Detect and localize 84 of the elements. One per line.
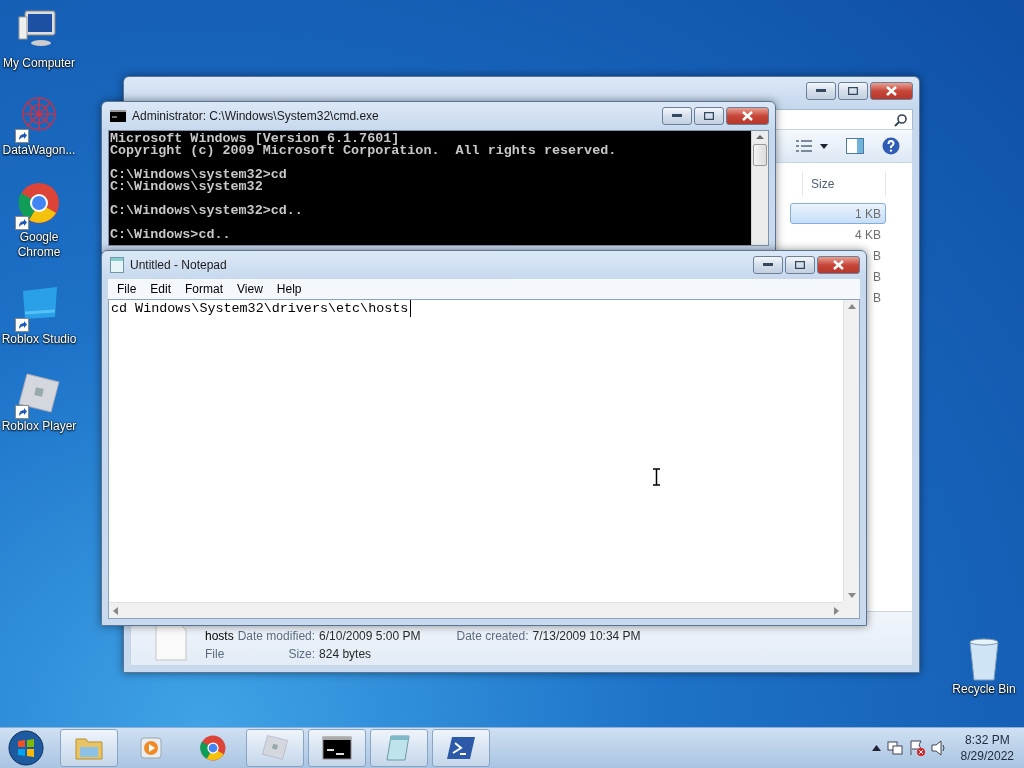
maximize-icon bbox=[795, 261, 805, 269]
field-value: 6/10/2009 5:00 PM bbox=[319, 629, 421, 643]
show-hidden-icons-icon[interactable] bbox=[871, 745, 881, 751]
menu-item[interactable]: File bbox=[110, 282, 144, 296]
maximize-button[interactable] bbox=[694, 107, 724, 125]
square-tile-icon bbox=[260, 733, 290, 763]
dropdown-caret-icon[interactable] bbox=[820, 143, 828, 149]
minimize-icon bbox=[763, 263, 773, 267]
scroll-up-icon[interactable] bbox=[847, 304, 856, 309]
menu-item[interactable]: View bbox=[230, 282, 270, 296]
desktop-icon-label[interactable]: Recycle Bin bbox=[952, 682, 1016, 697]
taskbar-button[interactable] bbox=[432, 729, 490, 767]
menu-item[interactable]: Format bbox=[178, 282, 231, 296]
notepad-icon bbox=[110, 257, 124, 273]
scroll-left-icon[interactable] bbox=[113, 606, 118, 615]
close-button[interactable] bbox=[817, 256, 860, 274]
field-label: Size: bbox=[287, 647, 316, 661]
folder-icon bbox=[74, 735, 104, 761]
maximize-icon bbox=[848, 87, 858, 95]
desktop-icon-label[interactable]: Roblox Player bbox=[1, 419, 77, 434]
menu-item[interactable]: Help bbox=[269, 282, 309, 296]
close-button[interactable] bbox=[870, 82, 913, 100]
close-icon bbox=[742, 111, 753, 121]
text-editor-content[interactable]: cd Windows\System32\drivers\etc\hosts bbox=[109, 300, 412, 317]
file-type: File bbox=[205, 647, 226, 661]
terminal-icon bbox=[322, 736, 352, 760]
network-icon[interactable] bbox=[886, 740, 903, 756]
view-list-icon[interactable] bbox=[796, 139, 812, 153]
console-line: Copyright (c) 2009 Microsoft Corporation. All rights reserved. bbox=[110, 145, 618, 157]
minimize-button[interactable] bbox=[662, 107, 692, 125]
text-cursor-icon bbox=[652, 468, 661, 486]
field-label: Date created: bbox=[456, 629, 529, 643]
volume-icon[interactable] bbox=[930, 740, 947, 756]
horizontal-scrollbar[interactable] bbox=[109, 602, 843, 618]
field-value: 7/13/2009 10:34 PM bbox=[532, 629, 641, 643]
help-icon[interactable] bbox=[882, 137, 900, 155]
file-size-cell[interactable]: 1 KB bbox=[790, 203, 886, 224]
clock-time[interactable]: 8:32 PM bbox=[964, 732, 1010, 748]
minimize-button[interactable] bbox=[753, 256, 783, 274]
minimize-icon bbox=[816, 89, 826, 93]
powershell-icon bbox=[446, 735, 476, 761]
window-title: Administrator: C:\Windows\System32\cmd.exe bbox=[132, 109, 380, 123]
scrollbar[interactable] bbox=[751, 131, 768, 245]
close-icon bbox=[886, 86, 897, 96]
file-size-cell[interactable]: 4 KB bbox=[854, 224, 886, 245]
maximize-button[interactable] bbox=[785, 256, 815, 274]
scroll-thumb[interactable] bbox=[753, 144, 767, 166]
column-header[interactable]: Size bbox=[802, 171, 886, 197]
field-value: 824 bytes bbox=[319, 647, 373, 661]
terminal-icon bbox=[110, 110, 126, 122]
console-line: C:\Windows\system32 bbox=[110, 181, 263, 193]
minimize-button[interactable] bbox=[806, 82, 836, 100]
menu-item[interactable]: Edit bbox=[143, 282, 179, 296]
field-label: Date modified: bbox=[237, 629, 316, 643]
close-icon bbox=[833, 260, 844, 270]
clock-date[interactable]: 8/29/2022 bbox=[960, 748, 1014, 764]
console-line: Microsoft Windows [Version 6.1.7601] bbox=[110, 133, 400, 145]
notepad-icon bbox=[385, 734, 413, 762]
flag-warning-icon[interactable] bbox=[908, 740, 925, 756]
preview-pane-icon[interactable] bbox=[846, 138, 864, 154]
file-name: hosts bbox=[205, 629, 234, 643]
close-button[interactable] bbox=[726, 107, 769, 125]
file-size-cell[interactable]: B bbox=[872, 245, 886, 266]
scroll-up-icon[interactable] bbox=[756, 134, 764, 140]
window-title: Untitled - Notepad bbox=[130, 258, 228, 272]
desktop-icon-label[interactable]: DataWagon... bbox=[2, 143, 76, 158]
desktop-icon-label[interactable]: My Computer bbox=[3, 56, 75, 71]
console-line: C:\Windows\system32>cd.. bbox=[110, 205, 304, 217]
media-player-icon bbox=[138, 735, 164, 761]
search-icon bbox=[894, 113, 908, 127]
file-size-cell[interactable]: B bbox=[872, 287, 886, 308]
scroll-down-icon[interactable] bbox=[847, 593, 856, 598]
taskbar-button[interactable] bbox=[308, 729, 366, 767]
minimize-icon bbox=[672, 114, 682, 118]
maximize-button[interactable] bbox=[838, 82, 868, 100]
file-size-cell[interactable]: B bbox=[872, 266, 886, 287]
desktop-icon-label[interactable]: Roblox Studio bbox=[1, 332, 77, 347]
chrome-icon bbox=[198, 733, 228, 763]
console-line: C:\Windows>cd.. bbox=[110, 229, 232, 241]
maximize-icon bbox=[704, 112, 714, 120]
vertical-scrollbar[interactable] bbox=[843, 300, 859, 602]
desktop-icon-label[interactable]: Google Chrome bbox=[0, 230, 78, 260]
scroll-right-icon[interactable] bbox=[834, 606, 839, 615]
console-line: C:\Windows\system32>cd bbox=[110, 169, 288, 181]
